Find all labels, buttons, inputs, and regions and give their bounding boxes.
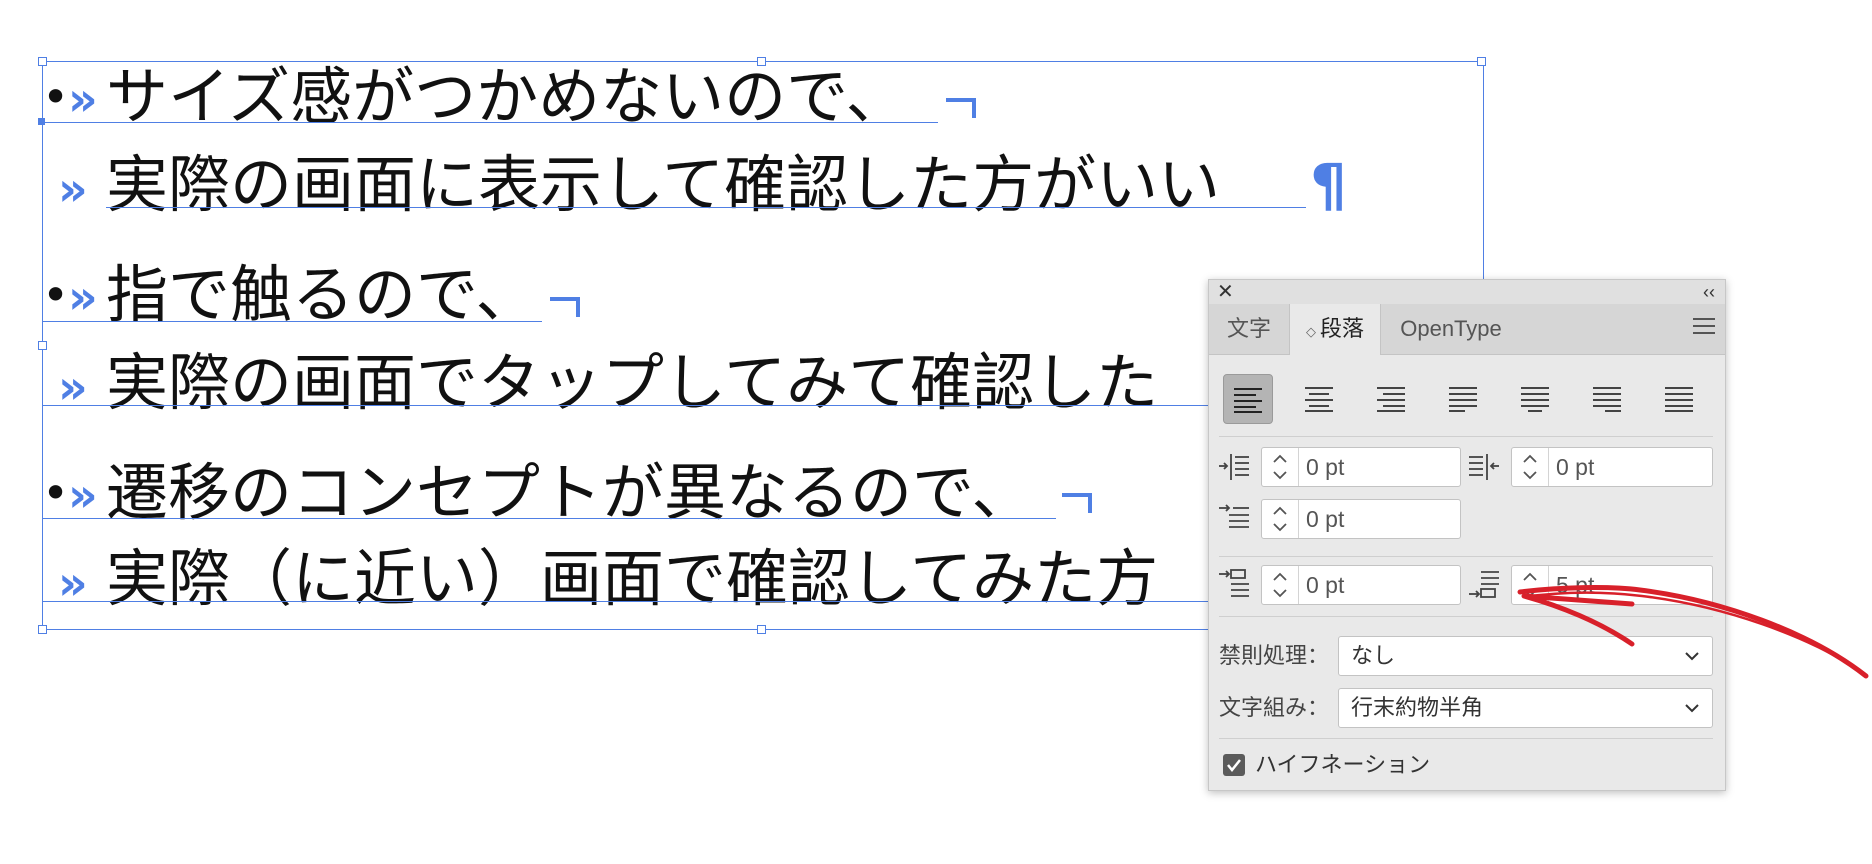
- align-center-icon: [1305, 387, 1333, 412]
- justify-left-icon: [1449, 387, 1477, 412]
- separator-2: [1219, 556, 1713, 557]
- space-before-field[interactable]: 0 pt: [1261, 565, 1461, 605]
- frame-handle-bm[interactable]: [757, 625, 766, 634]
- justify-right-icon: [1593, 387, 1621, 412]
- justify-center-icon: [1521, 387, 1549, 412]
- hyphenation-label[interactable]: ハイフネーション: [1255, 746, 1430, 784]
- forced-line-break-2: [550, 297, 580, 317]
- left-indent-icon: [1219, 454, 1249, 480]
- chevron-down-icon: [1685, 704, 1699, 713]
- bullet-2: •: [42, 268, 70, 322]
- tab-character[interactable]: 文字: [1209, 304, 1289, 354]
- forced-line-break-3: [1062, 493, 1092, 513]
- tab-mark-1a: »: [68, 72, 98, 126]
- align-right-icon: [1377, 387, 1405, 412]
- tab-arrows-icon: ◇: [1305, 324, 1316, 339]
- left-indent-value[interactable]: 0 pt: [1306, 448, 1344, 486]
- first-line-indent-stepper[interactable]: [1262, 500, 1299, 538]
- panel-tabs: 文字 ◇ 段落 OpenType: [1209, 304, 1725, 355]
- baseline-4: [42, 405, 1208, 406]
- tab-paragraph-label: 段落: [1319, 316, 1364, 341]
- baseline-2: [106, 207, 1306, 208]
- justify-left-button[interactable]: [1439, 374, 1489, 424]
- align-left-button[interactable]: [1223, 374, 1273, 424]
- close-icon[interactable]: ✕: [1217, 280, 1234, 304]
- stepper-icon: [1273, 506, 1287, 532]
- left-indent-field[interactable]: 0 pt: [1261, 447, 1461, 487]
- tab-opentype[interactable]: OpenType: [1381, 304, 1521, 354]
- first-line-indent-value[interactable]: 0 pt: [1306, 500, 1344, 538]
- left-indent-stepper[interactable]: [1262, 448, 1299, 486]
- frame-handle-tr[interactable]: [1477, 57, 1486, 66]
- paragraph-mark: ¶: [1310, 151, 1347, 219]
- collapse-panel-icon[interactable]: ‹‹: [1703, 280, 1715, 304]
- right-indent-value[interactable]: 0 pt: [1556, 448, 1594, 486]
- kinsoku-value: なし: [1351, 643, 1396, 668]
- separator-3: [1219, 616, 1713, 617]
- right-indent-field[interactable]: 0 pt: [1511, 447, 1713, 487]
- kinsoku-select[interactable]: なし: [1338, 636, 1713, 676]
- bullet-1: •: [42, 70, 70, 124]
- align-right-button[interactable]: [1367, 374, 1417, 424]
- space-before-value[interactable]: 0 pt: [1306, 566, 1344, 604]
- tab-mark-1b: »: [58, 162, 88, 216]
- separator-4: [1219, 738, 1713, 739]
- baseline-5: [42, 518, 1056, 519]
- baseline-1: [42, 122, 938, 123]
- separator-1: [1219, 436, 1713, 437]
- align-center-button[interactable]: [1295, 374, 1345, 424]
- first-line-indent-field[interactable]: 0 pt: [1261, 499, 1461, 539]
- right-indent-stepper[interactable]: [1512, 448, 1549, 486]
- justify-center-button[interactable]: [1511, 374, 1561, 424]
- bullet-3: •: [42, 466, 70, 520]
- tab-mark-3b: »: [58, 556, 88, 610]
- stepper-icon: [1523, 454, 1537, 480]
- forced-line-break-1: [946, 98, 976, 118]
- justify-all-button[interactable]: [1655, 374, 1705, 424]
- tab-mark-3a: »: [68, 468, 98, 522]
- stepper-icon: [1523, 572, 1537, 598]
- space-after-stepper[interactable]: [1512, 566, 1549, 604]
- space-after-field[interactable]: 5 pt: [1511, 565, 1713, 605]
- frame-handle-bl[interactable]: [38, 625, 47, 634]
- tab-mark-2b: »: [58, 360, 88, 414]
- paragraph-1-line-1[interactable]: サイズ感がつかめないので、: [106, 66, 908, 128]
- space-before-icon: [1219, 569, 1249, 597]
- paragraph-panel: ✕ ‹‹ 文字 ◇ 段落 OpenType 0 pt 0 pt 0 pt 0 p…: [1208, 279, 1726, 791]
- paragraph-3-line-1[interactable]: 遷移のコンセプトが異なるので、: [106, 462, 1034, 524]
- right-indent-icon: [1469, 454, 1499, 480]
- mojikumi-label: 文字組み：: [1219, 695, 1330, 720]
- baseline-3: [42, 321, 542, 322]
- kinsoku-label: 禁則処理：: [1219, 643, 1330, 668]
- first-line-indent-icon: [1219, 504, 1249, 528]
- canvas: • » サイズ感がつかめないので、 » 実際の画面に表示して確認した方がいい ¶…: [0, 0, 1872, 864]
- checkmark-icon: [1227, 759, 1241, 773]
- chevron-down-icon: [1685, 652, 1699, 661]
- mojikumi-select[interactable]: 行末約物半角: [1338, 688, 1713, 728]
- space-after-value[interactable]: 5 pt: [1556, 566, 1594, 604]
- baseline-6: [42, 601, 1208, 602]
- frame-handle-tl[interactable]: [38, 57, 47, 66]
- justify-all-icon: [1665, 387, 1693, 412]
- stepper-icon: [1273, 572, 1287, 598]
- space-before-stepper[interactable]: [1262, 566, 1299, 604]
- stepper-icon: [1273, 454, 1287, 480]
- panel-titlebar[interactable]: ✕ ‹‹: [1209, 280, 1725, 304]
- tab-mark-2a: »: [68, 270, 98, 324]
- hyphenation-checkbox[interactable]: [1223, 754, 1245, 776]
- justify-right-button[interactable]: [1583, 374, 1633, 424]
- frame-handle-ml[interactable]: [38, 341, 47, 350]
- panel-menu-icon[interactable]: [1693, 318, 1715, 339]
- align-left-icon: [1234, 388, 1262, 413]
- paragraph-2-line-1[interactable]: 指で触るので、: [106, 264, 538, 326]
- space-after-icon: [1469, 571, 1499, 598]
- tab-paragraph[interactable]: ◇ 段落: [1289, 304, 1381, 355]
- mojikumi-value: 行末約物半角: [1351, 695, 1484, 720]
